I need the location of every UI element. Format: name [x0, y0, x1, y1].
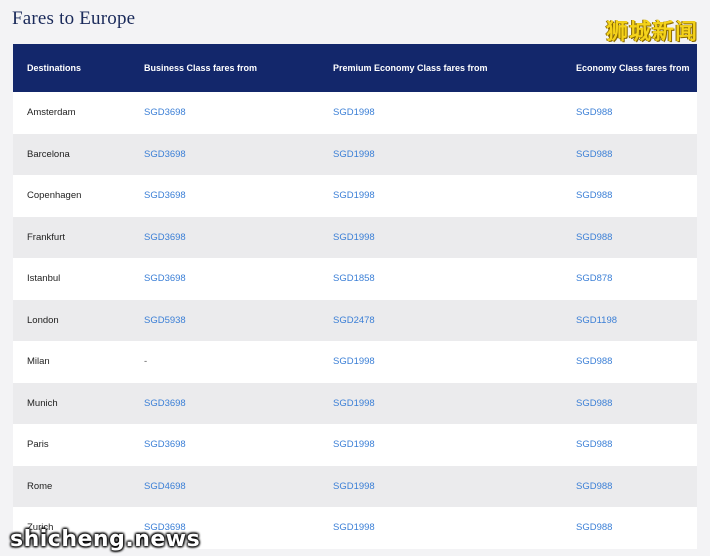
business-fare-link[interactable]: SGD5938: [130, 300, 319, 342]
economy-fare-link[interactable]: SGD988: [562, 134, 697, 176]
header-destinations: Destinations: [13, 44, 130, 92]
table-header-row: Destinations Business Class fares from P…: [13, 44, 697, 92]
economy-fare-link[interactable]: SGD988: [562, 507, 697, 549]
destination-cell: Amsterdam: [27, 107, 76, 119]
table-row: Munich SGD3698 SGD1998 SGD988: [13, 382, 697, 425]
economy-fare-link[interactable]: SGD988: [562, 341, 697, 383]
economy-fare-link[interactable]: SGD988: [562, 383, 697, 425]
premium-fare-link[interactable]: SGD1998: [319, 175, 562, 217]
fares-table: Destinations Business Class fares from P…: [13, 44, 697, 549]
table-row: Frankfurt SGD3698 SGD1998 SGD988: [13, 216, 697, 259]
table-row: Milan - SGD1998 SGD988: [13, 341, 697, 383]
business-fare-link[interactable]: SGD3698: [130, 258, 319, 300]
business-fare-link[interactable]: SGD3698: [130, 424, 319, 466]
header-premium: Premium Economy Class fares from: [319, 44, 562, 92]
destination-cell: Copenhagen: [27, 190, 82, 202]
business-fare-unavailable: -: [144, 356, 148, 368]
premium-fare-link[interactable]: SGD1998: [319, 134, 562, 176]
header-economy: Economy Class fares from: [562, 44, 697, 92]
destination-cell: Milan: [27, 356, 50, 368]
table-row: Paris SGD3698 SGD1998 SGD988: [13, 424, 697, 466]
destination-cell: Paris: [27, 439, 49, 451]
destination-cell: Frankfurt: [27, 231, 66, 243]
economy-fare-link[interactable]: SGD988: [562, 217, 697, 259]
premium-fare-link[interactable]: SGD1998: [319, 383, 562, 425]
premium-fare-link[interactable]: SGD2478: [319, 300, 562, 342]
destination-cell: Istanbul: [27, 273, 61, 285]
business-fare-link[interactable]: SGD3698: [130, 175, 319, 217]
premium-fare-link[interactable]: SGD1998: [319, 341, 562, 383]
economy-fare-link[interactable]: SGD1198: [562, 300, 697, 342]
table-row: London SGD5938 SGD2478 SGD1198: [13, 299, 697, 342]
table-row: Istanbul SGD3698 SGD1858 SGD878: [13, 258, 697, 300]
destination-cell: Barcelona: [27, 148, 70, 160]
premium-fare-link[interactable]: SGD1998: [319, 424, 562, 466]
premium-fare-link[interactable]: SGD1998: [319, 507, 562, 549]
business-fare-link[interactable]: SGD3698: [130, 217, 319, 259]
destination-cell: Munich: [27, 397, 58, 409]
economy-fare-link[interactable]: SGD988: [562, 466, 697, 508]
premium-fare-link[interactable]: SGD1998: [319, 92, 562, 134]
destination-cell: London: [27, 314, 59, 326]
business-fare-link[interactable]: SGD3698: [130, 92, 319, 134]
business-fare-link[interactable]: SGD3698: [130, 134, 319, 176]
watermark-top-right: 狮城新闻: [605, 20, 698, 45]
premium-fare-link[interactable]: SGD1998: [319, 217, 562, 259]
watermark-bottom-left: shicheng.news: [10, 527, 201, 552]
economy-fare-link[interactable]: SGD878: [562, 258, 697, 300]
header-business: Business Class fares from: [130, 44, 319, 92]
economy-fare-link[interactable]: SGD988: [562, 175, 697, 217]
table-row: Barcelona SGD3698 SGD1998 SGD988: [13, 133, 697, 176]
business-fare-link[interactable]: SGD3698: [130, 383, 319, 425]
destination-cell: Rome: [27, 480, 53, 492]
business-fare-link[interactable]: SGD4698: [130, 466, 319, 508]
table-row: Copenhagen SGD3698 SGD1998 SGD988: [13, 175, 697, 217]
premium-fare-link[interactable]: SGD1858: [319, 258, 562, 300]
table-row: Amsterdam SGD3698 SGD1998 SGD988: [13, 92, 697, 134]
table-row: Rome SGD4698 SGD1998 SGD988: [13, 465, 697, 508]
economy-fare-link[interactable]: SGD988: [562, 92, 697, 134]
economy-fare-link[interactable]: SGD988: [562, 424, 697, 466]
premium-fare-link[interactable]: SGD1998: [319, 466, 562, 508]
page-title: Fares to Europe: [12, 8, 136, 29]
